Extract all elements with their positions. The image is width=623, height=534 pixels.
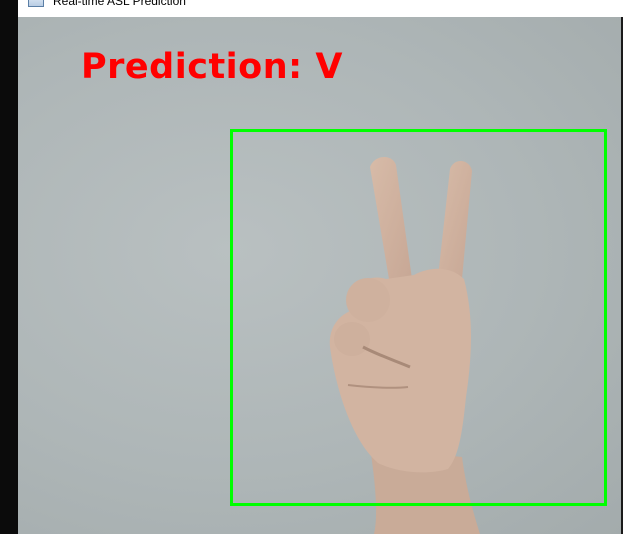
window-title: Real-time ASL Prediction — [53, 0, 186, 8]
app-window-icon — [28, 0, 44, 7]
window-titlebar[interactable]: Real-time ASL Prediction — [18, 0, 623, 17]
prediction-label: Prediction: V — [81, 47, 343, 87]
left-screen-edge — [0, 0, 18, 534]
roi-bounding-box — [230, 129, 607, 506]
webcam-feed: Prediction: V — [18, 17, 623, 534]
screen: Real-time ASL Prediction Prediction: V — [0, 0, 623, 534]
